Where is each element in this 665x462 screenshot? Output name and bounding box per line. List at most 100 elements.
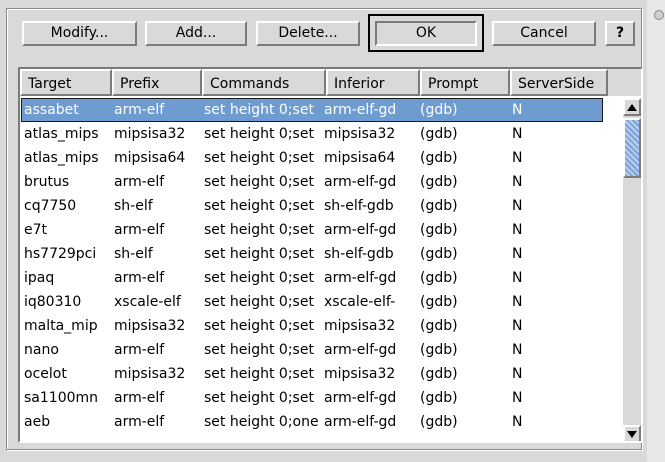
cell-commands: set height 0;set <box>204 126 314 142</box>
cell-prefix: arm-elf <box>114 390 165 406</box>
cell-inferior: arm-elf-gd <box>324 414 397 430</box>
cell-prompt: (gdb) <box>420 270 458 286</box>
cell-prompt: (gdb) <box>420 102 458 118</box>
cell-target: cq7750 <box>24 198 77 214</box>
scrollbar-thumb[interactable] <box>623 118 641 178</box>
cell-target: hs7729pci <box>24 246 97 262</box>
cell-prompt: (gdb) <box>420 318 458 334</box>
cell-target: iq80310 <box>24 294 82 310</box>
cell-serverside: N <box>512 222 523 238</box>
table-row[interactable]: cq7750 sh-elf set height 0;set sh-elf-gdb (g… <box>20 194 622 218</box>
table-row[interactable]: sa1100mn arm-elf set height 0;set arm-elf-g… <box>20 386 622 410</box>
cell-inferior: mipsisa32 <box>324 126 396 142</box>
cell-prefix: arm-elf <box>114 342 165 358</box>
cell-prefix: arm-elf <box>114 222 165 238</box>
cell-commands: set height 0;set <box>204 366 314 382</box>
column-header-prompt[interactable]: Prompt <box>420 69 510 96</box>
cell-prefix: xscale-elf <box>114 294 181 310</box>
cell-target: sa1100mn <box>24 390 99 406</box>
cell-serverside: N <box>512 414 523 430</box>
cell-serverside: N <box>512 198 523 214</box>
cell-commands: set height 0;set <box>204 150 314 166</box>
column-header-target[interactable]: Target <box>20 69 112 96</box>
table-row[interactable]: hs7729pci sh-elf set height 0;set sh-elf-gd… <box>20 242 622 266</box>
cell-target: malta_mip <box>24 318 98 334</box>
table-row[interactable]: atlas_mips mipsisa32 set height 0;set mipsi… <box>20 122 622 146</box>
cell-commands: set height 0;set <box>204 246 314 262</box>
targets-table: Target Prefix Commands Inferior Prompt S… <box>18 67 643 443</box>
cell-target: aeb <box>24 414 51 430</box>
cell-prompt: (gdb) <box>420 174 458 190</box>
cell-prefix: sh-elf <box>114 246 153 262</box>
cell-commands: set height 0;set <box>204 390 314 406</box>
table-row[interactable]: ocelot mipsisa32 set height 0;set mipsisa32… <box>20 362 622 386</box>
cell-prompt: (gdb) <box>420 390 458 406</box>
cell-prefix: arm-elf <box>114 270 165 286</box>
cell-inferior: mipsisa32 <box>324 318 396 334</box>
delete-button[interactable]: Delete... <box>256 21 360 46</box>
arrow-down-icon <box>627 431 637 438</box>
table-row[interactable]: aeb arm-elf set height 0;one arm-elf-gd (gdb… <box>20 410 622 434</box>
cell-prefix: sh-elf <box>114 198 153 214</box>
scroll-up-button[interactable] <box>623 98 641 116</box>
cell-inferior: arm-elf-gd <box>324 390 397 406</box>
cell-serverside: N <box>512 390 523 406</box>
cell-commands: set height 0;set <box>204 174 314 190</box>
scroll-down-button[interactable] <box>623 425 641 441</box>
table-row[interactable]: nano arm-elf set height 0;set arm-elf-gd (gd… <box>20 338 622 362</box>
column-header-serverside[interactable]: ServerSide <box>510 69 608 96</box>
cell-prompt: (gdb) <box>420 198 458 214</box>
cell-prompt: (gdb) <box>420 222 458 238</box>
cell-target: ipaq <box>24 270 55 286</box>
table-row[interactable]: malta_mip mipsisa32 set height 0;set mipsis… <box>20 314 622 338</box>
modify-button[interactable]: Modify... <box>22 21 137 46</box>
cell-commands: set height 0;set <box>204 294 314 310</box>
cell-commands: set height 0;set <box>204 270 314 286</box>
cell-target: e7t <box>24 222 48 238</box>
cell-commands: set height 0;set <box>204 342 314 358</box>
table-row[interactable]: assabet arm-elf set height 0;set arm-elf-gd… <box>20 98 622 122</box>
cell-serverside: N <box>512 246 523 262</box>
cell-inferior: arm-elf-gd <box>324 270 397 286</box>
cell-prefix: arm-elf <box>114 174 165 190</box>
cell-target: assabet <box>24 102 79 118</box>
cell-commands: set height 0;one <box>204 414 319 430</box>
table-row[interactable]: atlas_mips mipsisa64 set height 0;set mipsi… <box>20 146 622 170</box>
table-row[interactable]: e7t arm-elf set height 0;set arm-elf-gd (gdb… <box>20 218 622 242</box>
cell-inferior: arm-elf-gd <box>324 222 397 238</box>
cell-inferior: arm-elf-gd <box>324 102 397 118</box>
help-button[interactable]: ? <box>605 21 635 46</box>
cell-serverside: N <box>512 318 523 334</box>
cell-commands: set height 0;set <box>204 222 314 238</box>
column-header-inferior[interactable]: Inferior <box>326 69 420 96</box>
cell-target: brutus <box>24 174 70 190</box>
column-header-commands[interactable]: Commands <box>202 69 326 96</box>
add-button[interactable]: Add... <box>145 21 247 46</box>
cell-prompt: (gdb) <box>420 246 458 262</box>
cell-target: ocelot <box>24 366 67 382</box>
table-row[interactable]: ipaq arm-elf set height 0;set arm-elf-gd (gd… <box>20 266 622 290</box>
table-row[interactable]: brutus arm-elf set height 0;set arm-elf-gd (… <box>20 170 622 194</box>
cell-inferior: mipsisa64 <box>324 150 396 166</box>
cell-serverside: N <box>512 102 523 118</box>
arrow-up-icon <box>627 104 637 111</box>
cell-serverside: N <box>512 366 523 382</box>
cell-prefix: mipsisa32 <box>114 126 186 142</box>
cell-prefix: arm-elf <box>114 414 165 430</box>
cell-prompt: (gdb) <box>420 366 458 382</box>
table-body: assabet arm-elf set height 0;set arm-elf-gd… <box>20 98 622 441</box>
cell-commands: set height 0;set <box>204 102 314 118</box>
cell-target: nano <box>24 342 59 358</box>
cell-serverside: N <box>512 126 523 142</box>
cell-inferior: arm-elf-gd <box>324 342 397 358</box>
cell-prompt: (gdb) <box>420 414 458 430</box>
cancel-button[interactable]: Cancel <box>492 21 596 46</box>
ok-button[interactable]: OK <box>375 21 477 46</box>
vertical-scrollbar[interactable] <box>623 98 641 441</box>
cell-serverside: N <box>512 294 523 310</box>
table-row[interactable]: iq80310 xscale-elf set height 0;set xscale-… <box>20 290 622 314</box>
cell-inferior: arm-elf-gd <box>324 174 397 190</box>
column-header-prefix[interactable]: Prefix <box>112 69 202 96</box>
target-settings-dialog: Modify... Add... Delete... OK Cancel ? T… <box>0 0 665 462</box>
cell-commands: set height 0;set <box>204 198 314 214</box>
